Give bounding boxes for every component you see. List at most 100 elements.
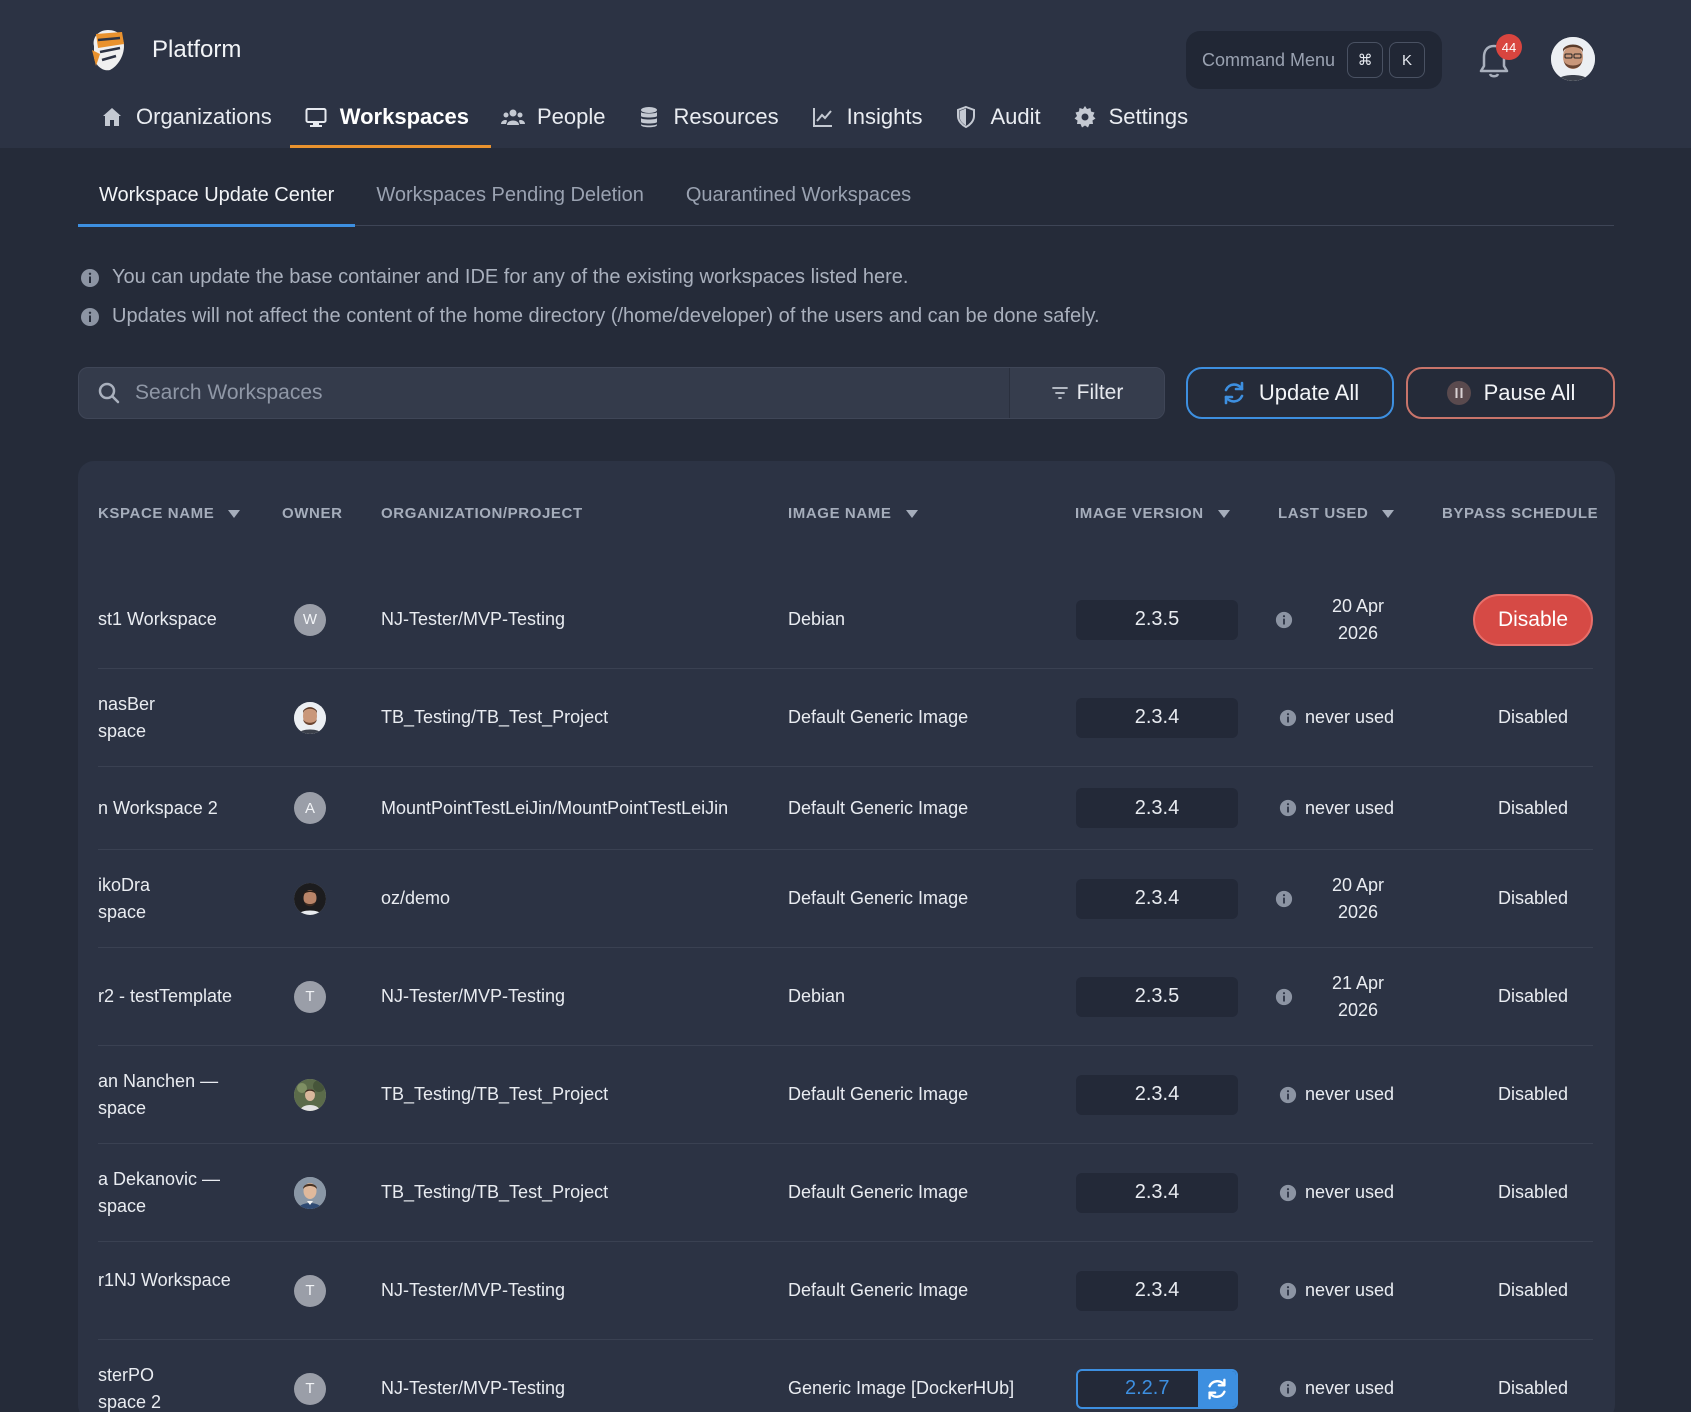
last-used-cell: never used [1275, 1046, 1415, 1143]
info-icon[interactable] [1275, 611, 1293, 629]
info-icon[interactable] [1279, 799, 1297, 817]
owner-avatar: T [294, 980, 326, 1013]
info-icon[interactable] [1279, 1380, 1297, 1398]
table-row[interactable]: r2 - testTemplate T NJ-Tester/MVP-Testin… [98, 948, 1593, 1046]
owner-avatar [294, 1176, 326, 1209]
workspace-name: n Workspace 2 [98, 797, 218, 818]
search-input[interactable] [121, 368, 1009, 418]
header-last-used[interactable]: LAST USED [1278, 505, 1395, 522]
owner-avatar [294, 1078, 326, 1111]
user-photo-icon [294, 701, 326, 734]
search-icon [98, 382, 120, 404]
image-version: 2.2.7 [1125, 1377, 1170, 1399]
home-icon [103, 108, 121, 126]
last-used: never used [1305, 797, 1395, 818]
image-version: 2.3.5 [1076, 599, 1238, 640]
table-row[interactable]: nasBer space TB_Testing/TB_Test_Project … [98, 669, 1593, 767]
table-row[interactable]: sterPO space 2 T NJ-Tester/MVP-Testing G… [98, 1340, 1593, 1412]
command-menu-button[interactable]: Command Menu ⌘ K [1186, 31, 1442, 89]
table-row[interactable]: an Nanchen — space TB_Testing/TB_Test_Pr… [98, 1046, 1593, 1144]
nav-insights[interactable]: Insights [801, 96, 945, 148]
people-icon [500, 109, 525, 125]
update-all-button[interactable]: Update All [1186, 367, 1394, 419]
filter-label: Filter [1076, 381, 1124, 404]
header-image-version[interactable]: IMAGE VERSION [1075, 505, 1230, 522]
filter-button[interactable]: Filter [1009, 368, 1164, 418]
info-icon[interactable] [1275, 988, 1293, 1006]
last-used: never used [1305, 1084, 1395, 1104]
bypass-status: Disabled [1497, 888, 1569, 908]
nav-resources-label: Resources [673, 104, 779, 129]
image-name: Default Generic Image [788, 1182, 969, 1202]
info-icon[interactable] [1279, 1184, 1297, 1202]
bypass-status: Disabled [1497, 1182, 1569, 1202]
subtabs: Workspace Update Center Workspaces Pendi… [78, 172, 1614, 227]
user-photo-icon [1551, 37, 1595, 81]
image-version: 2.3.4 [1076, 878, 1238, 919]
disable-bypass-button[interactable]: Disable [1473, 593, 1593, 646]
table-row[interactable]: st1 Workspace W NJ-Tester/MVP-Testing De… [98, 571, 1593, 669]
notification-badge: 44 [1496, 34, 1522, 60]
owner-cell: W [294, 571, 326, 668]
info-icon[interactable] [1279, 1086, 1297, 1104]
header-image-name[interactable]: IMAGE NAME [788, 505, 918, 522]
image-version-cell: 2.3.4 [1076, 767, 1238, 849]
last-used-cell: never used [1275, 669, 1415, 766]
owner-cell [294, 669, 326, 766]
last-used-cell: 21 Apr 2026 [1275, 948, 1415, 1045]
gear-icon [1074, 106, 1096, 128]
nav-workspaces[interactable]: Workspaces [289, 96, 492, 148]
image-version-update: 2.2.7 [1076, 1368, 1238, 1409]
brand-name: Platform [152, 36, 242, 63]
image-version: 2.3.4 [1076, 1074, 1238, 1115]
owner-cell [294, 1046, 326, 1143]
sort-down-icon [228, 509, 241, 518]
table-row[interactable]: r1NJ Workspace T NJ-Tester/MVP-Testing D… [98, 1242, 1593, 1340]
nav-resources[interactable]: Resources [627, 96, 800, 148]
owner-avatar: W [294, 603, 326, 636]
org-project: TB_Testing/TB_Test_Project [381, 1084, 609, 1104]
nav-organizations[interactable]: Organizations [90, 96, 294, 148]
table-row[interactable]: ikoDra space oz/demo Default Generic Ima… [98, 850, 1593, 948]
nav-people[interactable]: People [491, 96, 628, 148]
image-version-cell: 2.3.4 [1076, 669, 1238, 766]
last-used: 20 Apr 2026 [1331, 874, 1385, 922]
nav-audit[interactable]: Audit [944, 96, 1062, 148]
image-name: Default Generic Image [788, 707, 969, 727]
header-image-name-label: IMAGE NAME [788, 505, 892, 522]
tab-workspace-update-center[interactable]: Workspace Update Center [78, 172, 356, 227]
header-owner-label: OWNER [282, 505, 343, 522]
last-used-cell: 20 Apr 2026 [1275, 571, 1415, 668]
pause-all-button[interactable]: Pause All [1406, 367, 1615, 419]
table-row[interactable]: a Dekanovic — space TB_Testing/TB_Test_P… [98, 1144, 1593, 1242]
nav-settings[interactable]: Settings [1063, 96, 1211, 148]
info-icon[interactable] [1279, 1282, 1297, 1300]
owner-cell: T [294, 1242, 326, 1339]
tab-workspaces-pending-deletion[interactable]: Workspaces Pending Deletion [355, 172, 665, 226]
info-icon[interactable] [1275, 890, 1293, 908]
refresh-icon [1224, 381, 1244, 405]
tab-quarantined-workspaces[interactable]: Quarantined Workspaces [665, 172, 932, 226]
user-photo-icon [294, 882, 326, 915]
org-project: oz/demo [381, 888, 451, 908]
workspace-name: sterPO space 2 [98, 1364, 162, 1412]
header-workspace-name[interactable]: KSPACE NAME [98, 505, 241, 522]
table-row[interactable]: n Workspace 2 A MountPointTestLeiJin/Mou… [98, 767, 1593, 850]
image-version-cell: 2.3.4 [1076, 1046, 1238, 1143]
command-key-badge: ⌘ [1347, 42, 1384, 78]
user-avatar[interactable] [1551, 37, 1595, 81]
nav-audit-label: Audit [990, 104, 1041, 129]
user-photo-icon [294, 1078, 326, 1111]
last-used-cell: never used [1275, 1340, 1415, 1412]
brand-logo-icon [92, 30, 124, 71]
update-all-label: Update All [1258, 380, 1360, 405]
org-project: NJ-Tester/MVP-Testing [381, 1378, 566, 1398]
brand[interactable]: Platform [86, 26, 241, 74]
image-version: 2.3.4 [1076, 788, 1238, 828]
nav-insights-label: Insights [846, 104, 923, 129]
sort-down-icon [1217, 509, 1230, 518]
update-version-button[interactable] [1198, 1370, 1236, 1407]
image-name: Debian [788, 986, 846, 1006]
header-bypass-schedule: BYPASS SCHEDULE [1442, 505, 1598, 522]
info-icon[interactable] [1279, 709, 1297, 727]
